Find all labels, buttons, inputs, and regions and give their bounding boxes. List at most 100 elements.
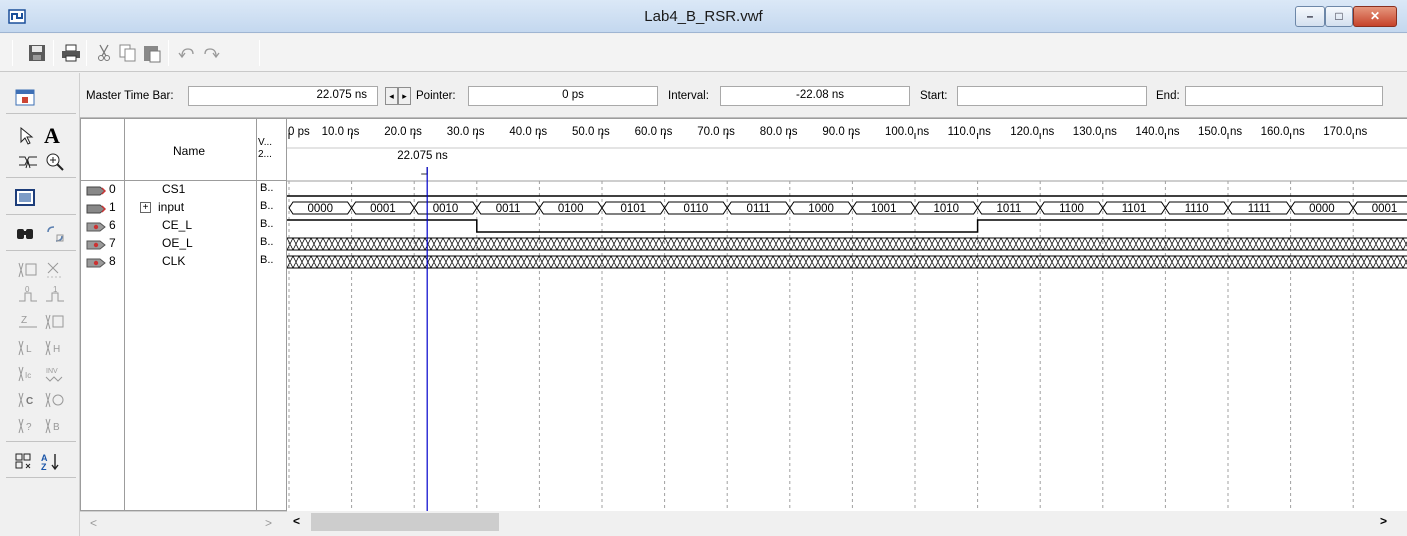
signal-index: 7	[109, 236, 116, 250]
waveform-canvas[interactable]: 0 ps 10.0 ns 20.0 ns 30.0 ns 40.0 ns 50.0 ns 6…	[287, 119, 1407, 511]
copy-icon[interactable]	[117, 42, 139, 64]
time-label: 100.0 ns	[885, 126, 929, 138]
print-icon[interactable]	[60, 42, 82, 64]
signal-row[interactable]: 7 OE_L B..	[81, 235, 286, 253]
close-button[interactable]: ✕	[1353, 6, 1397, 27]
zoom-tool-icon[interactable]	[44, 151, 66, 173]
toolbar-separator	[53, 40, 54, 66]
ce-l-wave	[287, 219, 1407, 233]
next-transition-button[interactable]: ▸	[398, 87, 411, 105]
palette-separator	[6, 177, 76, 178]
pointer-label: Pointer:	[416, 90, 456, 102]
signal-table-scrollbar[interactable]: < >	[80, 511, 287, 536]
save-icon[interactable]	[26, 42, 48, 64]
weak-high-icon[interactable]: B	[44, 415, 66, 437]
signal-row[interactable]: 1 + input B..	[81, 199, 286, 217]
maximize-button[interactable]: □	[1325, 6, 1353, 27]
svg-text:Ic: Ic	[25, 371, 31, 380]
bus-value-label: 1011	[997, 203, 1022, 215]
signal-value: B..	[260, 236, 274, 248]
arbitrary-value-icon[interactable]	[44, 389, 66, 411]
minimize-button[interactable]: –	[1295, 6, 1325, 27]
bus-value-label: 1010	[934, 203, 960, 215]
snap-to-grid-icon[interactable]	[14, 451, 36, 473]
bus-value-label: 0001	[370, 203, 396, 215]
clock-value-icon[interactable]: C	[17, 389, 39, 411]
interval-field: -22.08 ns	[720, 86, 910, 106]
svg-text:Z: Z	[41, 462, 47, 472]
scroll-left-button[interactable]: <	[90, 516, 97, 530]
full-screen-icon[interactable]	[14, 87, 36, 109]
name-column-header[interactable]: Name	[173, 144, 205, 158]
forcing-unknown-icon[interactable]	[44, 259, 66, 281]
weak-low-icon[interactable]: L	[17, 337, 39, 359]
bus-value-label: 1111	[1248, 203, 1271, 215]
start-field[interactable]	[957, 86, 1147, 106]
time-label: 50.0 ns	[572, 126, 610, 138]
uninitialized-icon[interactable]	[17, 259, 39, 281]
forcing-high-icon[interactable]: 1	[44, 285, 66, 307]
bus-value-label: 0101	[621, 203, 647, 215]
end-field[interactable]	[1185, 86, 1383, 106]
signal-row[interactable]: 6 CE_L B..	[81, 217, 286, 235]
bus-value-label: 0000	[308, 203, 334, 215]
forcing-low-icon[interactable]: 0	[17, 285, 39, 307]
time-label: 20.0 ns	[384, 126, 422, 138]
close-icon: ✕	[1369, 9, 1381, 23]
pin-input-icon	[86, 185, 106, 196]
time-label: 120.0 ns	[1010, 126, 1054, 138]
signal-value: B..	[260, 254, 274, 266]
waveform-scrollbar[interactable]: < >	[287, 511, 1407, 536]
count-value-icon[interactable]: INV	[44, 363, 66, 385]
palette-separator	[6, 477, 76, 478]
bus-value-label: 1110	[1185, 203, 1209, 215]
bus-value-label: 0001	[1372, 203, 1398, 215]
interval-label: Interval:	[668, 90, 709, 102]
paste-icon[interactable]	[141, 42, 163, 64]
invert-icon[interactable]: Ic	[17, 363, 39, 385]
master-time-flag	[421, 167, 428, 175]
svg-text:H: H	[53, 344, 60, 355]
weak-unknown-icon[interactable]	[44, 311, 66, 333]
time-label: 150.0 ns	[1198, 126, 1242, 138]
svg-text:C: C	[26, 396, 33, 407]
weak-high-icon[interactable]: H	[44, 337, 66, 359]
bus-value-label: 0100	[558, 203, 584, 215]
time-label: 170.0 ns	[1323, 126, 1367, 138]
time-label: 140.0 ns	[1135, 126, 1179, 138]
high-impedance-icon[interactable]: Z	[17, 311, 39, 333]
full-screen-icon[interactable]	[14, 187, 36, 209]
signal-row[interactable]: 0 CS1 B..	[81, 181, 286, 199]
bus-value-label: 1001	[871, 203, 897, 215]
time-label: 30.0 ns	[447, 126, 485, 138]
redo-icon[interactable]	[200, 42, 222, 64]
master-time-bar-row: Master Time Bar: 22.075 ns ◂ ▸ Pointer: …	[80, 73, 1407, 118]
scroll-right-button[interactable]: >	[1380, 514, 1387, 528]
time-label: 80.0 ns	[760, 126, 798, 138]
value-column-header[interactable]: V... 2...	[258, 137, 280, 161]
cut-icon[interactable]	[93, 42, 115, 64]
text-tool-icon[interactable]: A	[44, 123, 66, 148]
selection-tool-icon[interactable]	[17, 125, 39, 147]
signal-row[interactable]: 8 CLK B..	[81, 253, 286, 271]
toolbar-separator	[168, 40, 169, 66]
random-value-icon[interactable]: ?	[17, 415, 39, 437]
sort-icon[interactable]: AZ	[40, 451, 62, 473]
waveform-area[interactable]: 0 ps 10.0 ns 20.0 ns 30.0 ns 40.0 ns 50.0 ns 6…	[287, 118, 1407, 511]
signal-name: CLK	[162, 254, 186, 268]
previous-transition-button[interactable]: ◂	[385, 87, 398, 105]
svg-text:0: 0	[25, 285, 30, 294]
title-bar: Lab4_B_RSR.vwf – □ ✕	[0, 0, 1407, 33]
replace-icon[interactable]	[44, 223, 66, 245]
signal-name: CS1	[162, 182, 186, 196]
waveform-editing-tool-icon[interactable]	[17, 151, 39, 173]
signal-index: 1	[109, 200, 116, 214]
scroll-left-button[interactable]: <	[293, 514, 300, 528]
master-time-bar-field[interactable]: 22.075 ns	[188, 86, 378, 106]
undo-icon[interactable]	[176, 42, 198, 64]
find-icon[interactable]	[14, 223, 36, 245]
scrollbar-thumb[interactable]	[311, 513, 499, 531]
scroll-right-button[interactable]: >	[265, 516, 272, 530]
bus-value-label: 0000	[1309, 203, 1335, 215]
expand-icon[interactable]: +	[140, 202, 151, 213]
